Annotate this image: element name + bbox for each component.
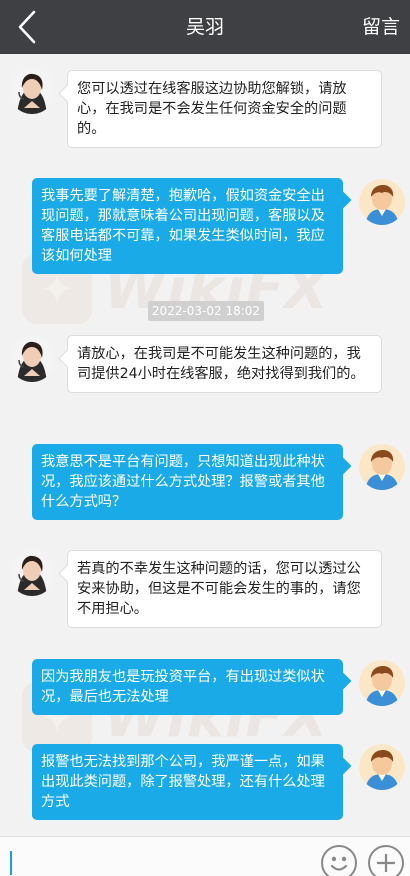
agent-message: 若真的不幸发生这种问题的话，您可以透过公安来协助，但这是不可能会发生的事的，请您… (67, 550, 382, 628)
user-message: 报警也无法找到那个公司，我严谨一点，如果出现此类问题，除了报警处理，还有什么处理… (32, 744, 343, 820)
user-avatar-icon (359, 179, 405, 225)
agent-avatar[interactable] (9, 336, 55, 382)
top-bar: 吴羽 留言 (0, 0, 410, 54)
smiley-icon (330, 856, 348, 871)
user-avatar[interactable] (359, 660, 405, 706)
agent-avatar-icon (9, 68, 55, 114)
chat-title: 吴羽 (185, 16, 224, 38)
add-attachment-button[interactable] (368, 845, 404, 876)
emoji-button[interactable] (321, 845, 357, 876)
user-message: 我事先要了解清楚，抱歉哈，假如资金安全出现问题，那就意味着公司出现问题，客服以及… (32, 178, 343, 274)
user-avatar-icon (359, 444, 405, 490)
agent-message: 您可以透过在线客服这边协助您解锁，请放心，在我司是不会发生任何资金安全的问题的。 (67, 70, 382, 148)
plus-icon (377, 854, 395, 872)
leave-message-button[interactable]: 留言 (362, 0, 400, 54)
agent-message: 请放心，在我司是不可能发生这种问题的，我司提供24小时在线客服，绝对找得到我们的… (67, 335, 382, 393)
user-avatar[interactable] (359, 744, 405, 790)
user-avatar-icon (359, 744, 405, 790)
user-avatar-icon (359, 660, 405, 706)
user-message: 我意思不是平台有问题，只想知道出现此种状况，我应该通过什么方式处理？报警或者其他… (32, 444, 343, 520)
text-input-caret[interactable] (10, 851, 12, 875)
timestamp: 2022-03-02 18:02 (148, 301, 264, 321)
chat-history[interactable]: ✦ WikiFX ✦ WikiFX 您可以透过在线客服这边协助您解锁，请放心，在… (0, 54, 410, 836)
agent-avatar-icon (9, 550, 55, 596)
user-message: 因为我朋友也是玩投资平台，有出现过类似状况，最后也无法处理 (32, 659, 343, 715)
agent-avatar[interactable] (9, 550, 55, 596)
message-input-bar (0, 836, 410, 876)
user-avatar[interactable] (359, 179, 405, 225)
agent-avatar[interactable] (9, 68, 55, 114)
agent-avatar-icon (9, 336, 55, 382)
user-avatar[interactable] (359, 444, 405, 490)
